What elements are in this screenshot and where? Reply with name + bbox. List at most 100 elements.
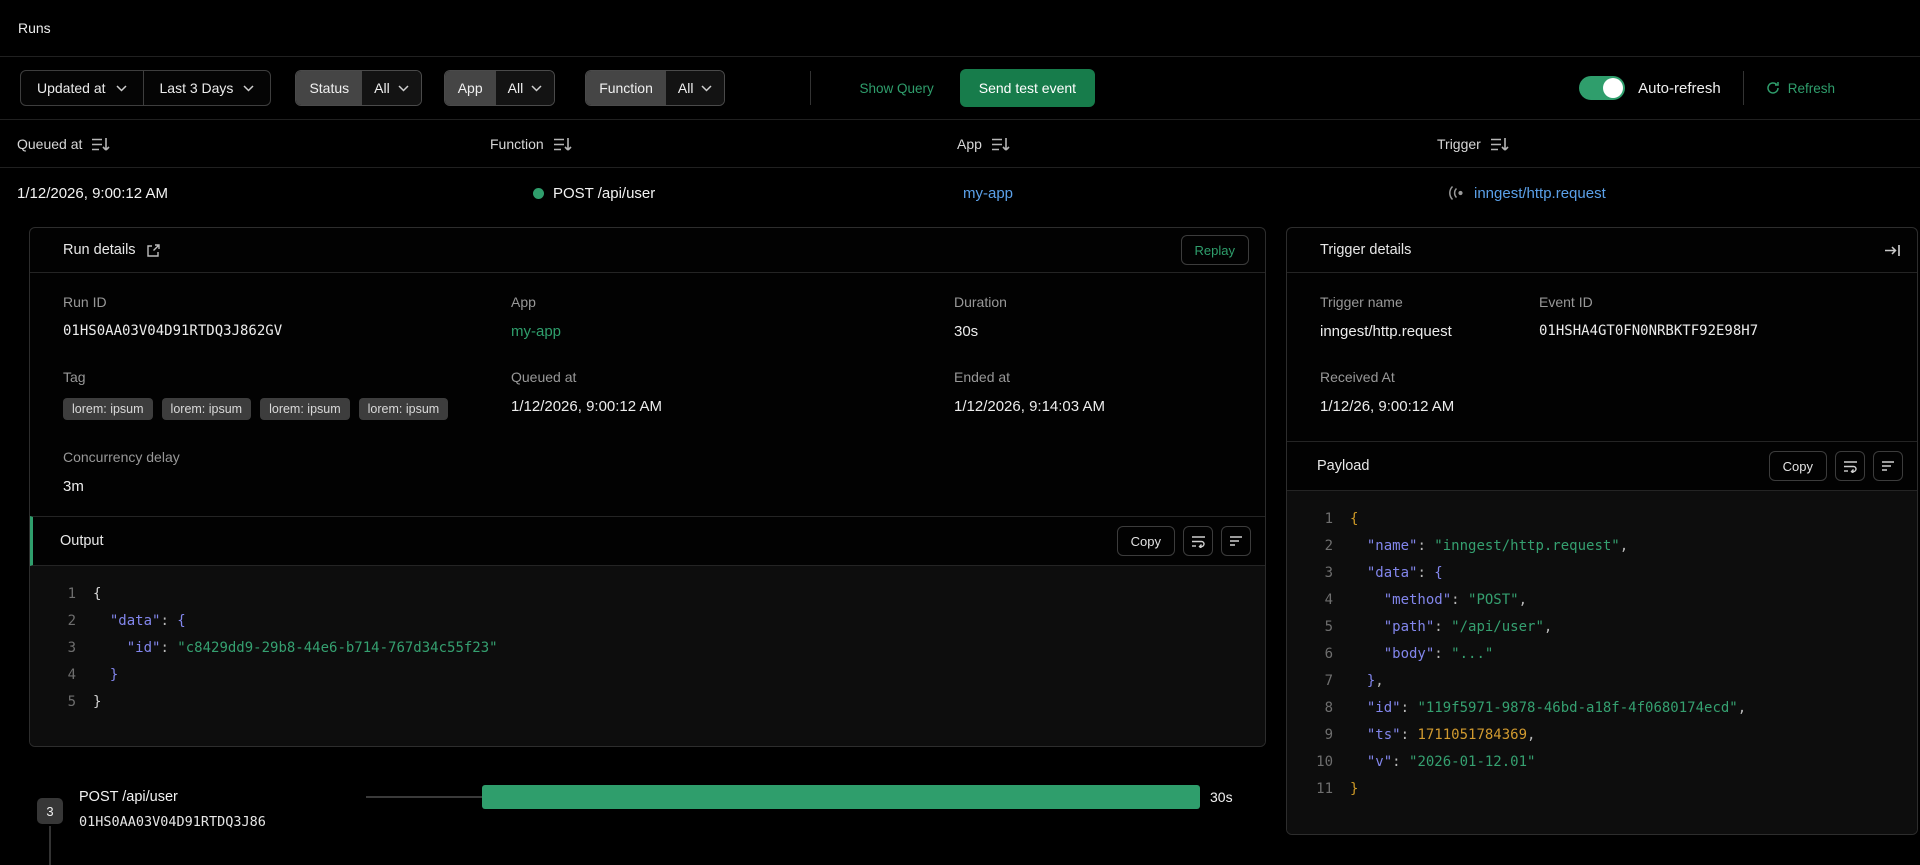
- function-filter-value: All: [677, 80, 694, 96]
- timeline-duration-bar[interactable]: [482, 785, 1200, 809]
- refresh-cluster: Auto-refresh Refresh: [1579, 71, 1835, 105]
- column-header-queued-at[interactable]: Queued at: [17, 120, 110, 168]
- line-number: 11: [1316, 781, 1333, 797]
- code-line: 10 "v": "2026-01-12.01": [1287, 749, 1917, 776]
- divider: [1742, 71, 1744, 105]
- function-filter: Function All: [585, 70, 726, 106]
- column-header-function[interactable]: Function: [490, 120, 572, 168]
- code-line: 4 }: [30, 662, 1265, 689]
- filter-bar: Updated at Last 3 Days Status All App Al…: [0, 57, 1920, 120]
- app-filter-dropdown[interactable]: All: [495, 71, 555, 105]
- trigger-details-header: Trigger details: [1287, 228, 1917, 273]
- line-content: {: [1350, 511, 1359, 527]
- timeline-vertical-line: [49, 826, 51, 865]
- function-filter-dropdown[interactable]: All: [665, 71, 725, 105]
- event-id-value: 01HSHA4GT0FN0NRBKTF92E98H7: [1539, 323, 1759, 339]
- app-link[interactable]: my-app: [963, 185, 1013, 202]
- line-number: 2: [1324, 538, 1333, 554]
- line-number: 1: [67, 586, 76, 602]
- line-number: 10: [1316, 754, 1333, 770]
- line-number: 2: [67, 613, 76, 629]
- table-row[interactable]: 1/12/2026, 9:00:12 AM POST /api/user my-…: [0, 168, 1920, 218]
- status-dot: [533, 187, 544, 199]
- timeline-function-name: POST /api/user: [79, 789, 178, 805]
- field-event-id: Event ID 01HSHA4GT0FN0NRBKTF92E98H7: [1539, 294, 1881, 340]
- column-header-app[interactable]: App: [957, 120, 1010, 168]
- field-trigger-name: Trigger name inngest/http.request: [1320, 294, 1539, 340]
- timeline-connector-line: [366, 796, 482, 798]
- align-lines-button[interactable]: [1873, 451, 1903, 481]
- page-title: Runs: [18, 20, 51, 36]
- page-header: Runs: [0, 0, 1920, 57]
- copy-button[interactable]: Copy: [1768, 451, 1827, 481]
- field-label: Duration: [954, 294, 1007, 310]
- app-filter: App All: [443, 70, 556, 106]
- field-ended-at: Ended at 1/12/2026, 9:14:03 AM: [954, 369, 1229, 420]
- code-line: 11}: [1287, 776, 1917, 803]
- trigger-link[interactable]: inngest/http.request: [1474, 185, 1606, 202]
- show-query-link[interactable]: Show Query: [859, 81, 933, 96]
- trigger-details-title: Trigger details: [1320, 242, 1412, 258]
- align-lines-icon: [1230, 536, 1242, 546]
- run-id-value: 01HS0AA03V04D91RTDQ3J862GV: [63, 323, 283, 339]
- code-line: 1{: [30, 581, 1265, 608]
- auto-refresh-toggle[interactable]: [1579, 76, 1626, 100]
- runs-table-header: Queued at Function App Trigger: [0, 120, 1920, 168]
- time-range-value: Last 3 Days: [159, 80, 234, 96]
- replay-button[interactable]: Replay: [1180, 235, 1249, 265]
- copy-button[interactable]: Copy: [1116, 526, 1175, 556]
- field-label: Trigger name: [1320, 294, 1403, 310]
- send-test-event-button[interactable]: Send test event: [959, 69, 1096, 107]
- time-range-dropdown[interactable]: Last 3 Days: [144, 71, 271, 105]
- field-label: Tag: [63, 369, 86, 385]
- sort-field-dropdown[interactable]: Updated at: [21, 71, 142, 105]
- code-line: 3 "data": {: [1287, 560, 1917, 587]
- line-number: 5: [1324, 619, 1333, 635]
- sort-icon: [991, 137, 1010, 151]
- line-content: "v": "2026-01-12.01": [1366, 754, 1536, 770]
- code-line: 2 "name": "inngest/http.request",: [1287, 533, 1917, 560]
- trigger-fields: Trigger name inngest/http.request Event …: [1287, 273, 1917, 441]
- line-number: 5: [67, 694, 76, 710]
- column-header-trigger[interactable]: Trigger: [1437, 120, 1509, 168]
- field-run-id: Run ID 01HS0AA03V04D91RTDQ3J862GV: [63, 294, 511, 340]
- field-label: Concurrency delay: [63, 449, 180, 465]
- ended-at-value: 1/12/2026, 9:14:03 AM: [954, 398, 1105, 415]
- chevron-down-icon: [701, 84, 712, 92]
- function-filter-label: Function: [586, 71, 666, 105]
- column-label: Trigger: [1437, 136, 1481, 152]
- code-line: 8 "id": "119f5971-9878-46bd-a18f-4f06801…: [1287, 695, 1917, 722]
- external-link-icon[interactable]: [146, 243, 161, 258]
- code-line: 7 },: [1287, 668, 1917, 695]
- payload-code[interactable]: 1{2 "name": "inngest/http.request", 3 "da…: [1287, 491, 1917, 834]
- refresh-button[interactable]: Refresh: [1766, 81, 1835, 96]
- align-lines-button[interactable]: [1221, 526, 1251, 556]
- sort-icon: [553, 137, 572, 151]
- chevron-down-icon: [243, 84, 254, 92]
- field-app: App my-app: [511, 294, 954, 340]
- app-link[interactable]: my-app: [511, 323, 954, 340]
- refresh-label: Refresh: [1787, 80, 1835, 96]
- word-wrap-button[interactable]: [1183, 526, 1213, 556]
- line-content: "data": {: [109, 613, 186, 629]
- event-waves-icon: [1449, 185, 1463, 201]
- line-content: "id": "c8429dd9-29b8-44e6-b714-767d34c55…: [126, 640, 498, 656]
- received-at-value: 1/12/26, 9:00:12 AM: [1320, 398, 1455, 415]
- chevron-down-icon: [115, 84, 127, 92]
- run-details-panel: Run details Replay Run ID 01HS0AA03V04D9…: [29, 227, 1266, 747]
- field-label: Queued at: [511, 369, 577, 385]
- output-code[interactable]: 1{2 "data": {3 "id": "c8429dd9-29b8-44e6…: [30, 566, 1265, 746]
- collapse-panel-icon[interactable]: [1884, 243, 1901, 258]
- timeline-duration-label: 30s: [1210, 789, 1233, 805]
- refresh-icon: [1767, 82, 1779, 94]
- code-line: 2 "data": {: [30, 608, 1265, 635]
- tag-chip: lorem: ipsum: [358, 398, 449, 420]
- status-filter-dropdown[interactable]: All: [362, 71, 421, 105]
- line-number: 3: [67, 640, 76, 656]
- step-count-badge[interactable]: 3: [37, 798, 63, 824]
- line-number: 6: [1324, 646, 1333, 662]
- tag-chip: lorem: ipsum: [260, 398, 350, 420]
- column-label: App: [957, 136, 982, 152]
- word-wrap-button[interactable]: [1835, 451, 1865, 481]
- code-line: 9 "ts": 1711051784369,: [1287, 722, 1917, 749]
